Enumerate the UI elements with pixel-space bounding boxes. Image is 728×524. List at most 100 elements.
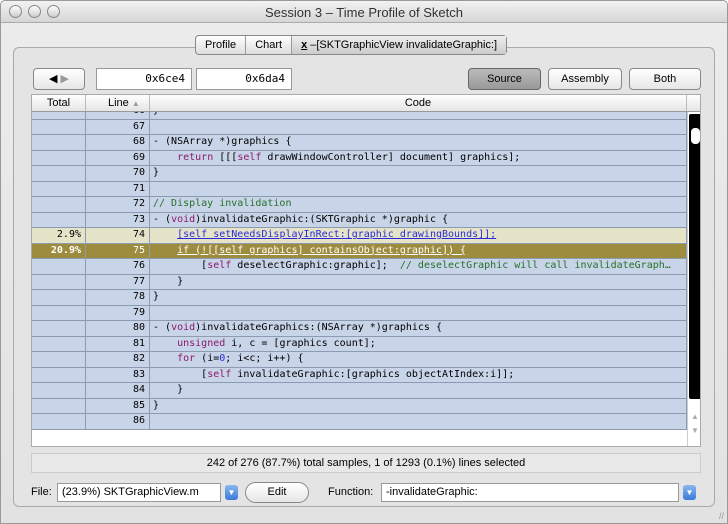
edit-button[interactable]: Edit — [245, 482, 309, 503]
back-forward-button[interactable]: ◀ ▶ — [33, 68, 85, 90]
table-row[interactable]: 84 } — [32, 383, 687, 399]
total-cell — [32, 321, 86, 336]
tab-function[interactable]: x –[SKTGraphicView invalidateGraphic:] — [292, 36, 507, 54]
table-row[interactable]: 69 return [[[self drawWindowController] … — [32, 150, 687, 166]
code-token: unsigned — [177, 337, 226, 349]
line-number-cell: 67 — [86, 119, 150, 134]
tab-profile[interactable]: Profile — [196, 36, 247, 54]
tab-close-icon[interactable]: x — [301, 39, 307, 51]
vertical-scrollbar[interactable]: ▲ ▼ — [687, 112, 700, 446]
total-cell — [32, 197, 86, 212]
table-row[interactable]: 81 unsigned i, c = [graphics count]; — [32, 336, 687, 352]
both-button[interactable]: Both — [629, 68, 701, 90]
file-dropdown-icon[interactable]: ▼ — [225, 485, 238, 500]
table-row[interactable]: 82 for (i=0; i<c; i++) { — [32, 352, 687, 368]
total-cell — [32, 119, 86, 134]
line-number-cell: 77 — [86, 274, 150, 289]
table-row[interactable]: 73- (void)invalidateGraphic:(SKTGraphic … — [32, 212, 687, 228]
code-cell: } — [150, 398, 687, 413]
file-select[interactable]: (23.9%) SKTGraphicView.m — [57, 483, 221, 502]
total-cell — [32, 290, 86, 305]
table-rows: 66}6768- (NSArray *)graphics {69 return … — [32, 104, 687, 430]
column-header-code[interactable]: Code — [150, 95, 687, 111]
forward-arrow-icon[interactable]: ▶ — [61, 73, 69, 85]
code-token: deselectGraphic:graphic]; — [231, 260, 400, 271]
table-row[interactable]: 79 — [32, 305, 687, 321]
total-cell — [32, 274, 86, 289]
column-header-line[interactable]: Line ▲ — [86, 95, 150, 111]
file-label: File: — [31, 486, 52, 498]
total-cell: 2.9% — [32, 228, 86, 243]
total-cell — [32, 150, 86, 165]
table-row[interactable]: 20.9% 75 if (![[self graphics] containsOb… — [32, 243, 687, 259]
line-number-cell: 74 — [86, 228, 150, 243]
source-button[interactable]: Source — [468, 68, 541, 90]
line-number-cell: 79 — [86, 305, 150, 320]
table-row[interactable]: 83 [self invalidateGraphic:[graphics obj… — [32, 367, 687, 383]
code-cell: - (void)invalidateGraphics:(NSArray *)gr… — [150, 321, 687, 336]
scroll-down-arrow-icon[interactable]: ▼ — [691, 426, 699, 435]
code-cell — [150, 414, 687, 429]
line-number-cell: 85 — [86, 398, 150, 413]
table-row[interactable]: 2.9% 74 [self setNeedsDisplayInRect:[grap… — [32, 228, 687, 244]
total-cell — [32, 166, 86, 181]
code-cell: [self setNeedsDisplayInRect:[graphic dra… — [150, 228, 687, 243]
code-token: // deselectGraphic will call invalidateG… — [399, 260, 671, 271]
tab-chart[interactable]: Chart — [246, 36, 293, 54]
total-cell — [32, 398, 86, 413]
scroll-up-arrow-icon[interactable]: ▲ — [691, 412, 699, 421]
code-token: for — [177, 353, 196, 364]
line-number-cell: 78 — [86, 290, 150, 305]
total-cell — [32, 305, 86, 320]
code-cell — [150, 119, 687, 134]
code-token: } — [153, 399, 160, 411]
address-end-field[interactable]: 0x6da4 — [196, 68, 292, 90]
line-number-cell: 73 — [86, 212, 150, 227]
function-select[interactable]: -invalidateGraphic: — [381, 483, 679, 502]
line-number-cell: 84 — [86, 383, 150, 398]
resize-grip-icon[interactable]: // — [719, 511, 724, 521]
back-arrow-icon[interactable]: ◀ — [49, 73, 57, 85]
table-row[interactable]: 70} — [32, 166, 687, 182]
total-cell — [32, 181, 86, 196]
window: Session 3 – Time Profile of Sketch Profi… — [0, 0, 728, 524]
table-row[interactable]: 80- (void)invalidateGraphics:(NSArray *)… — [32, 321, 687, 337]
scrollbar-thumb[interactable] — [689, 114, 700, 399]
table-row[interactable]: 85} — [32, 398, 687, 414]
code-cell: return [[[self drawWindowController] doc… — [150, 150, 687, 165]
function-dropdown-icon[interactable]: ▼ — [683, 485, 696, 500]
code-token: self — [237, 151, 262, 163]
code-token: [ — [153, 260, 208, 271]
table-row[interactable]: 77 } — [32, 274, 687, 290]
line-number-cell: 80 — [86, 321, 150, 336]
code-token: - ( — [153, 213, 172, 225]
code-cell — [150, 305, 687, 320]
column-header-total[interactable]: Total — [32, 95, 86, 111]
table-row[interactable]: 68- (NSArray *)graphics { — [32, 135, 687, 151]
code-token: self — [207, 368, 232, 380]
code-cell: [self deselectGraphic:graphic]; // desel… — [150, 259, 687, 274]
total-cell — [32, 383, 86, 398]
code-token: // Display invalidation — [153, 198, 292, 209]
address-start-field[interactable]: 0x6ce4 — [96, 68, 192, 90]
total-cell — [32, 367, 86, 382]
table-row[interactable]: 86 — [32, 414, 687, 430]
table-row[interactable]: 71 — [32, 181, 687, 197]
code-token: } — [153, 167, 160, 178]
sort-ascending-icon: ▲ — [131, 99, 140, 108]
table-row[interactable]: 76 [self deselectGraphic:graphic]; // de… — [32, 259, 687, 275]
code-cell: [self invalidateGraphic:[graphics object… — [150, 367, 687, 382]
code-token: void — [171, 322, 196, 333]
assembly-button[interactable]: Assembly — [548, 68, 622, 90]
title-bar: Session 3 – Time Profile of Sketch — [1, 1, 727, 23]
table-row[interactable]: 78} — [32, 290, 687, 306]
code-cell: for (i=0; i<c; i++) { — [150, 352, 687, 367]
function-label: Function: — [328, 486, 374, 498]
code-token: )invalidateGraphic:(SKTGraphic *)graphic… — [195, 213, 449, 225]
code-token: [self setNeedsDisplayInRect:[graphic dra… — [177, 229, 497, 240]
table-row[interactable]: 67 — [32, 119, 687, 135]
table-header: Total Line ▲ Code — [32, 95, 700, 112]
table-row[interactable]: 72// Display invalidation — [32, 197, 687, 213]
